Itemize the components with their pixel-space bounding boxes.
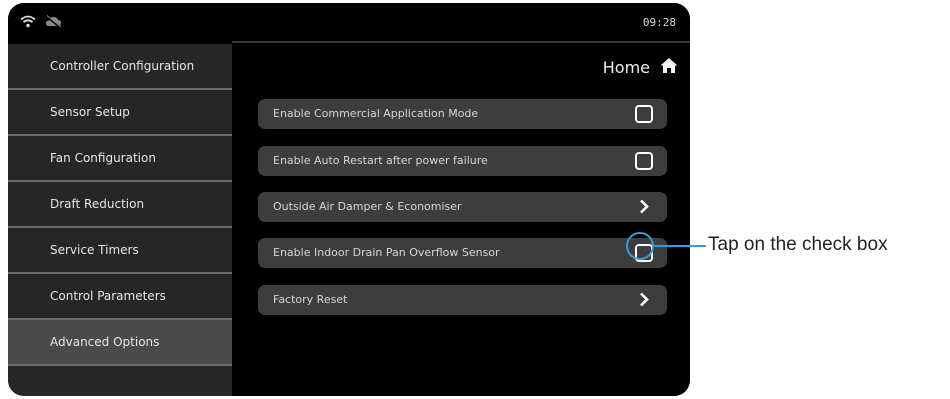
- checkbox-auto-restart[interactable]: [635, 152, 653, 170]
- controller-screen: 09:28 Controller Configuration Sensor Se…: [8, 3, 690, 396]
- option-label: Enable Commercial Application Mode: [273, 107, 479, 120]
- checkbox-commercial-application-mode[interactable]: [635, 105, 653, 123]
- option-auto-restart[interactable]: Enable Auto Restart after power failure: [258, 146, 667, 176]
- clock: 09:28: [642, 16, 676, 29]
- home-icon: [660, 57, 678, 78]
- option-outside-air-damper[interactable]: Outside Air Damper & Economiser: [258, 192, 667, 222]
- option-drain-pan-overflow-sensor[interactable]: Enable Indoor Drain Pan Overflow Sensor: [258, 238, 667, 268]
- status-bar: 09:28: [8, 3, 690, 41]
- sidebar-item-controller-configuration[interactable]: Controller Configuration: [8, 44, 232, 90]
- main-panel: Home Enable Commercial Application Mode …: [232, 41, 690, 396]
- sidebar-item-fan-configuration[interactable]: Fan Configuration: [8, 136, 232, 182]
- sidebar-item-sensor-setup[interactable]: Sensor Setup: [8, 90, 232, 136]
- chevron-right-icon: [639, 292, 649, 311]
- sidebar-item-advanced-options[interactable]: Advanced Options: [8, 320, 232, 366]
- callout-leader-line: [654, 245, 706, 247]
- sidebar: Controller Configuration Sensor Setup Fa…: [8, 44, 232, 396]
- cloud-offline-icon: [44, 13, 62, 32]
- chevron-right-icon: [639, 199, 649, 218]
- option-commercial-application-mode[interactable]: Enable Commercial Application Mode: [258, 99, 667, 129]
- home-label: Home: [602, 58, 650, 77]
- home-button[interactable]: Home: [603, 57, 678, 78]
- sidebar-item-service-timers[interactable]: Service Timers: [8, 228, 232, 274]
- wifi-icon: [20, 13, 36, 32]
- sidebar-item-control-parameters[interactable]: Control Parameters: [8, 274, 232, 320]
- option-label: Enable Auto Restart after power failure: [273, 154, 488, 167]
- option-label: Outside Air Damper & Economiser: [273, 200, 462, 213]
- callout-highlight-circle: [626, 232, 654, 260]
- option-label: Enable Indoor Drain Pan Overflow Sensor: [273, 246, 500, 259]
- sidebar-item-draft-reduction[interactable]: Draft Reduction: [8, 182, 232, 228]
- callout-text: Tap on the check box: [708, 234, 888, 255]
- option-factory-reset[interactable]: Factory Reset: [258, 285, 667, 315]
- option-label: Factory Reset: [273, 293, 348, 306]
